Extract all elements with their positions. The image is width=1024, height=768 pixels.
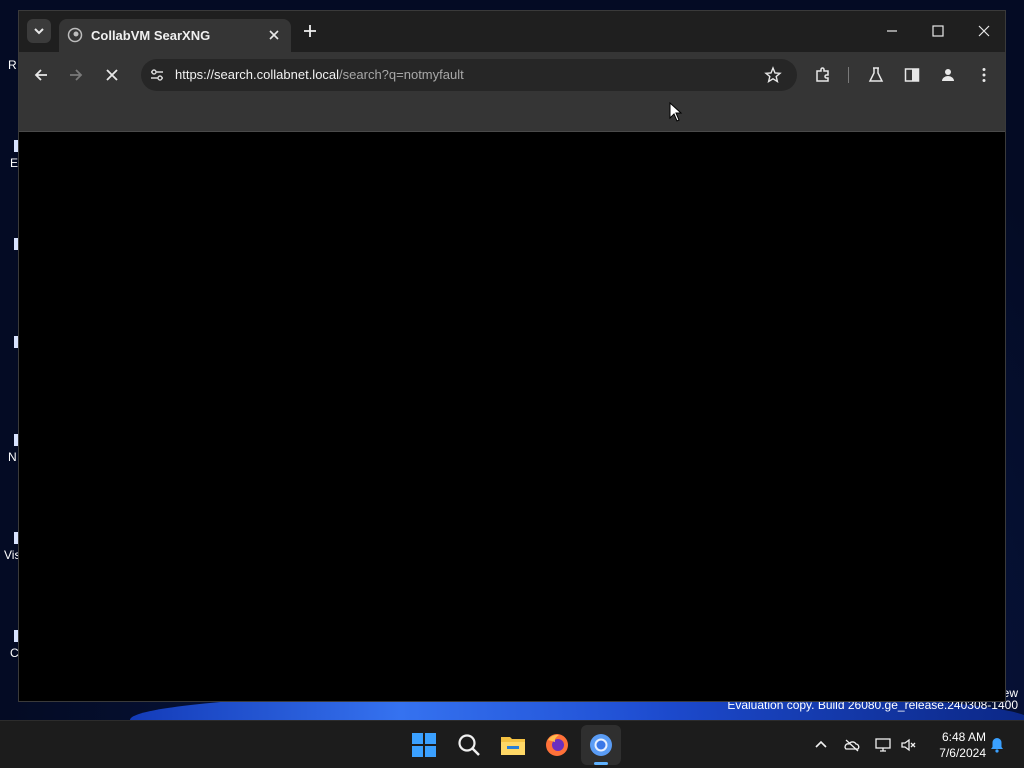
url-text: https://search.collabnet.local/search?q=… bbox=[175, 67, 464, 82]
mouse-cursor-icon bbox=[669, 102, 683, 122]
clock-time: 6:48 AM bbox=[941, 730, 986, 744]
minimize-icon[interactable] bbox=[884, 23, 900, 39]
tune-icon[interactable] bbox=[149, 67, 165, 83]
close-icon[interactable] bbox=[267, 28, 281, 42]
network-icon[interactable] bbox=[874, 736, 892, 754]
page-content[interactable] bbox=[19, 133, 1005, 701]
active-app-indicator bbox=[594, 762, 608, 765]
person-icon[interactable] bbox=[939, 66, 957, 84]
tab-active[interactable]: CollabVM SearXNG bbox=[59, 19, 291, 52]
desktop-icon-label: E bbox=[10, 156, 19, 170]
star-icon[interactable] bbox=[764, 66, 782, 84]
globe-icon bbox=[67, 27, 83, 43]
kebab-menu-icon[interactable] bbox=[975, 66, 993, 84]
chrome-icon[interactable] bbox=[587, 731, 615, 759]
url-host: https://search.collabnet.local bbox=[175, 67, 340, 82]
browser-toolbar: https://search.collabnet.local/search?q=… bbox=[19, 52, 1005, 98]
puzzle-icon[interactable] bbox=[814, 66, 832, 84]
browser-window: CollabVM SearXNG https://search.collabne… bbox=[18, 10, 1006, 702]
bookmarks-bar bbox=[19, 98, 1005, 132]
tab-search-button[interactable] bbox=[27, 19, 51, 43]
maximize-icon[interactable] bbox=[930, 23, 946, 39]
system-clock[interactable]: 6:48 AM 7/6/2024 bbox=[926, 729, 986, 761]
forward-arrow-icon[interactable] bbox=[67, 66, 85, 84]
chevron-down-icon bbox=[34, 28, 44, 35]
address-bar[interactable]: https://search.collabnet.local/search?q=… bbox=[141, 59, 797, 91]
side-panel-icon[interactable] bbox=[903, 66, 921, 84]
file-explorer-icon[interactable] bbox=[499, 731, 527, 759]
tab-title: CollabVM SearXNG bbox=[91, 28, 211, 43]
clock-date: 7/6/2024 bbox=[939, 746, 986, 760]
firefox-icon[interactable] bbox=[543, 731, 571, 759]
onedrive-icon[interactable] bbox=[843, 736, 861, 754]
windows-start-icon[interactable] bbox=[410, 731, 438, 759]
notification-bell-icon[interactable] bbox=[988, 736, 1006, 754]
desktop-icon-label: N bbox=[8, 450, 17, 464]
desktop-icon-label: R bbox=[8, 58, 17, 72]
chevron-up-icon[interactable] bbox=[812, 736, 830, 754]
tab-strip: CollabVM SearXNG bbox=[19, 11, 1005, 52]
plus-icon[interactable] bbox=[302, 23, 318, 39]
back-arrow-icon[interactable] bbox=[32, 66, 50, 84]
taskbar: 6:48 AM 7/6/2024 bbox=[0, 720, 1024, 768]
close-icon[interactable] bbox=[976, 23, 992, 39]
stop-icon[interactable] bbox=[103, 66, 121, 84]
search-icon[interactable] bbox=[455, 731, 483, 759]
flask-icon[interactable] bbox=[867, 66, 885, 84]
url-path: /search?q=notmyfault bbox=[339, 67, 464, 82]
toolbar-separator bbox=[848, 67, 849, 83]
volume-muted-icon[interactable] bbox=[900, 736, 918, 754]
